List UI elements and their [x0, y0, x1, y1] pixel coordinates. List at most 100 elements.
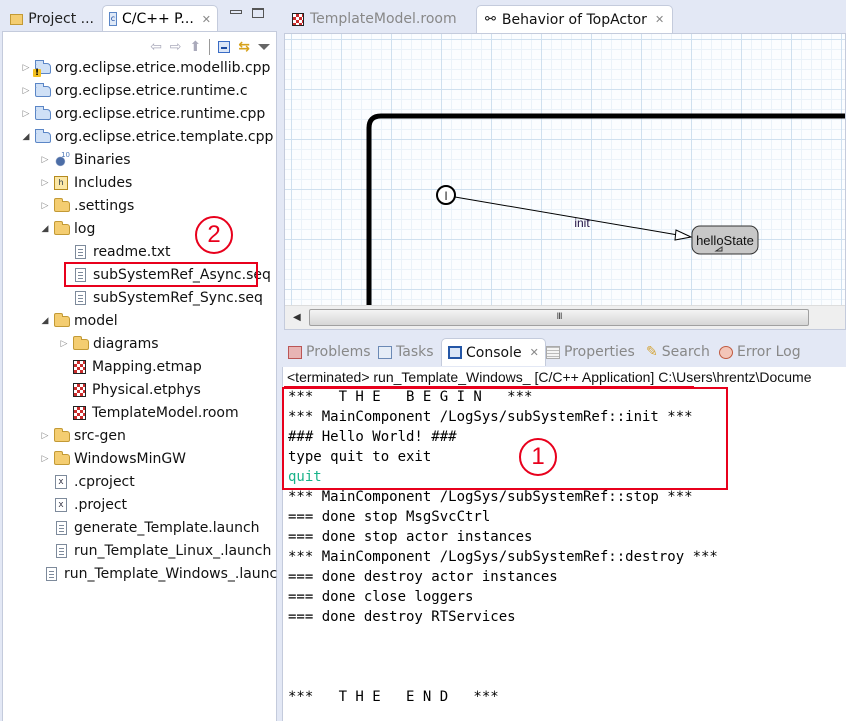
tab-label: Problems [306, 344, 371, 360]
tab-search[interactable]: ✎ Search [646, 338, 710, 366]
folder-icon [54, 198, 70, 212]
tree-item[interactable]: ▷ src-gen [3, 424, 278, 447]
diagram-canvas[interactable]: I init helloState [285, 34, 845, 306]
tree-item[interactable]: run_Template_Linux_.launch [3, 539, 278, 562]
project-tree-container: ⇦ ⇨ ⬆ ⇆ ▷ org.eclipse.etrice.modellib.cpp… [2, 31, 278, 721]
console-output-line: === done stop MsgSvcCtrl [288, 509, 491, 525]
tree-item-label: Physical.etphys [92, 381, 201, 398]
scroll-left-icon[interactable]: ◀ [293, 312, 301, 323]
console-output-line: *** T H E E N D *** [288, 689, 499, 705]
close-icon[interactable]: ✕ [655, 13, 664, 26]
tree-item[interactable]: subSystemRef_Sync.seq [3, 286, 278, 309]
problems-icon [288, 345, 302, 359]
text-file-icon [46, 566, 57, 581]
console-output-line: === done stop actor instances [288, 529, 533, 545]
binaries-icon [54, 151, 70, 167]
collapsed-arrow-icon[interactable]: ▷ [40, 178, 50, 188]
transition-label: init [574, 216, 590, 230]
initial-point-label: I [444, 189, 447, 203]
view-menu-icon[interactable] [258, 44, 270, 50]
close-icon[interactable]: ✕ [530, 346, 539, 359]
tab-templatemodel-room[interactable]: TemplateModel.room [284, 5, 465, 33]
scrollbar-thumb[interactable]: III [309, 309, 809, 326]
link-with-editor-icon[interactable]: ⇆ [238, 39, 250, 55]
console-view-tabs: Problems Tasks Console ✕ Properties ✎ Se… [284, 336, 846, 368]
tree-item[interactable]: x .project [3, 493, 278, 516]
tree-item[interactable]: ▷ h Includes [3, 171, 278, 194]
tree-item-label: org.eclipse.etrice.runtime.c [55, 82, 248, 99]
tree-item-label: readme.txt [93, 243, 171, 260]
xml-file-icon: x [55, 497, 67, 512]
tree-item[interactable]: ▷ diagrams [3, 332, 278, 355]
tree-item[interactable]: TemplateModel.room [3, 401, 278, 424]
collapsed-arrow-icon[interactable]: ▷ [21, 109, 31, 119]
collapsed-arrow-icon[interactable]: ▷ [21, 63, 31, 73]
tree-item[interactable]: ▷ org.eclipse.etrice.runtime.cpp [3, 102, 278, 125]
up-icon[interactable]: ⬆ [190, 39, 202, 55]
expanded-arrow-icon[interactable]: ◢ [40, 224, 50, 234]
console-output-area[interactable]: <terminated> run_Template_Windows_ [C/C+… [282, 367, 846, 721]
tree-item[interactable]: ◢ model [3, 309, 278, 332]
transition-init[interactable] [454, 196, 679, 236]
tab-error-log[interactable]: Error Log [719, 338, 801, 366]
tree-item[interactable]: readme.txt [3, 240, 278, 263]
tree-item[interactable]: generate_Template.launch [3, 516, 278, 539]
tab-tasks[interactable]: Tasks [378, 338, 434, 366]
etmap-file-icon [73, 359, 86, 374]
text-file-icon [56, 520, 67, 535]
tree-item[interactable]: ◢ org.eclipse.etrice.template.cpp [3, 125, 278, 148]
expanded-arrow-icon[interactable]: ◢ [40, 316, 50, 326]
project-explorer-icon [10, 14, 24, 25]
minimize-icon[interactable] [230, 10, 242, 14]
tasks-icon [378, 345, 392, 359]
tree-item[interactable]: ▷ WindowsMinGW [3, 447, 278, 470]
tree-item[interactable]: ◢ log [3, 217, 278, 240]
collapsed-arrow-icon[interactable]: ▷ [40, 454, 50, 464]
collapsed-arrow-icon[interactable]: ▷ [40, 431, 50, 441]
text-file-icon [75, 290, 86, 305]
tree-item[interactable]: Physical.etphys [3, 378, 278, 401]
collapsed-arrow-icon[interactable]: ▷ [40, 155, 50, 165]
horizontal-scrollbar[interactable]: ◀ III [285, 305, 845, 329]
etphys-file-icon [73, 382, 86, 397]
tab-properties[interactable]: Properties [546, 338, 635, 366]
tab-label: Properties [564, 344, 635, 360]
collapsed-arrow-icon[interactable]: ▷ [59, 339, 69, 349]
view-controls [230, 8, 264, 18]
editor-tabs: TemplateModel.room ⚯ Behavior of TopActo… [284, 0, 846, 34]
tree-item[interactable]: Mapping.etmap [3, 355, 278, 378]
collapsed-arrow-icon[interactable]: ▷ [21, 86, 31, 96]
tab-cpp-projects[interactable]: c C/C++ P... ✕ [102, 5, 218, 32]
tree-item[interactable]: ▷ .settings [3, 194, 278, 217]
project-icon [35, 106, 51, 120]
close-icon[interactable]: ✕ [202, 13, 211, 26]
expanded-arrow-icon[interactable]: ◢ [21, 132, 31, 142]
tree-item[interactable]: x .cproject [3, 470, 278, 493]
console-output-line: === done destroy RTServices [288, 609, 516, 625]
collapse-all-icon[interactable] [218, 41, 231, 53]
tree-item[interactable]: ▷ org.eclipse.etrice.runtime.c [3, 79, 278, 102]
state-machine-icon: ⚯ [485, 12, 496, 27]
left-view-tabs: Project ... c C/C++ P... ✕ [0, 0, 278, 32]
tree-item[interactable]: ▷ org.eclipse.etrice.modellib.cpp [3, 56, 278, 79]
console-output-line: === done close loggers [288, 589, 474, 605]
project-explorer-panel: Project ... c C/C++ P... ✕ ⇦ ⇨ ⬆ ⇆ ▷ ! o… [0, 0, 278, 721]
tree-item[interactable]: run_Template_Windows_.launch [3, 562, 278, 585]
collapsed-arrow-icon[interactable]: ▷ [40, 201, 50, 211]
cpp-projects-icon: c [109, 12, 117, 26]
tab-project-explorer[interactable]: Project ... [4, 5, 100, 32]
tab-problems[interactable]: Problems [288, 338, 371, 366]
maximize-icon[interactable] [252, 8, 264, 18]
error-log-icon [719, 345, 733, 359]
tab-console[interactable]: Console ✕ [441, 338, 546, 366]
tree-item[interactable]: ▷ Binaries [3, 148, 278, 171]
tab-behavior-topactor[interactable]: ⚯ Behavior of TopActor ✕ [476, 5, 674, 33]
back-icon[interactable]: ⇦ [150, 39, 162, 55]
text-file-icon [75, 244, 86, 259]
forward-icon[interactable]: ⇨ [170, 39, 182, 55]
eclipse-window: Project ... c C/C++ P... ✕ ⇦ ⇨ ⬆ ⇆ ▷ ! o… [0, 0, 846, 721]
underline-annotation [284, 386, 694, 387]
hello-state-label: helloState [696, 233, 754, 248]
